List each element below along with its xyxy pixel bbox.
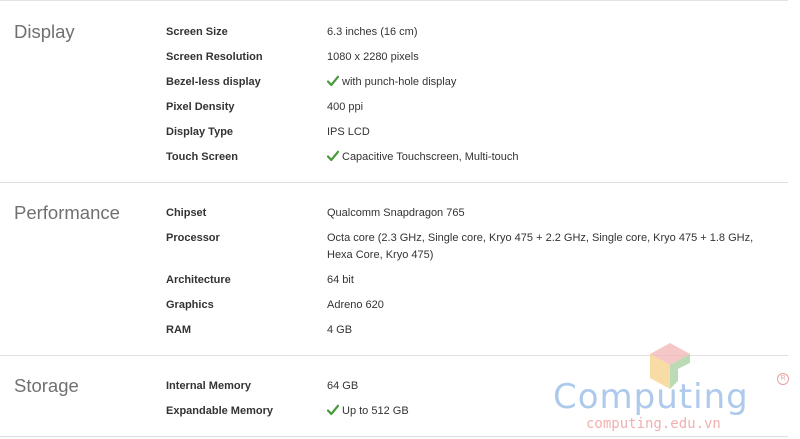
spec-value: Up to 512 GB — [342, 405, 409, 417]
spec-label: Pixel Density — [166, 101, 235, 113]
checkmark-icon — [327, 75, 339, 87]
spec-label: Bezel-less display — [166, 76, 261, 88]
spec-label: Screen Size — [166, 26, 228, 38]
spec-label: Screen Resolution — [166, 51, 263, 63]
spec-value: Qualcomm Snapdragon 765 — [327, 207, 465, 219]
spec-label: Chipset — [166, 207, 207, 219]
spec-label: RAM — [166, 324, 192, 336]
checkmark-icon — [327, 404, 339, 416]
spec-value: Octa core (2.3 GHz, Single core, Kryo 47… — [327, 232, 754, 261]
spec-value: 6.3 inches (16 cm) — [327, 26, 418, 38]
watermark-site: computing.edu.vn — [586, 416, 721, 432]
spec-value: 4 GB — [327, 324, 353, 336]
spec-value: 400 ppi — [327, 101, 364, 113]
section-title: Storage — [14, 375, 79, 396]
spec-label: Display Type — [166, 126, 234, 138]
spec-value: Capacitive Touchscreen, Multi-touch — [342, 151, 519, 163]
checkmark-icon — [327, 150, 339, 162]
spec-value: 64 bit — [327, 274, 354, 286]
spec-value: 1080 x 2280 pixels — [327, 51, 419, 63]
spec-label: Expandable Memory — [166, 405, 273, 417]
spec-label: Graphics — [166, 299, 214, 311]
spec-value: Adreno 620 — [327, 299, 384, 311]
watermark-brand: Computing — [553, 377, 749, 417]
section-title: Display — [14, 21, 75, 42]
spec-value-with-check: Capacitive Touchscreen, Multi-touch — [327, 149, 767, 166]
section-display: Display Screen Size 6.3 inches (16 cm) S… — [0, 1, 788, 183]
section-performance: Performance Chipset Qualcomm Snapdragon … — [0, 183, 788, 356]
spec-label: Touch Screen — [166, 151, 238, 163]
spec-value: with punch-hole display — [342, 76, 457, 88]
spec-label: Architecture — [166, 274, 231, 286]
spec-label: Internal Memory — [166, 380, 251, 392]
section-title: Performance — [14, 202, 120, 223]
spec-value: IPS LCD — [327, 126, 370, 138]
spec-label: Processor — [166, 232, 220, 244]
spec-value-with-check: with punch-hole display — [327, 74, 767, 91]
registered-mark: R — [777, 373, 789, 385]
